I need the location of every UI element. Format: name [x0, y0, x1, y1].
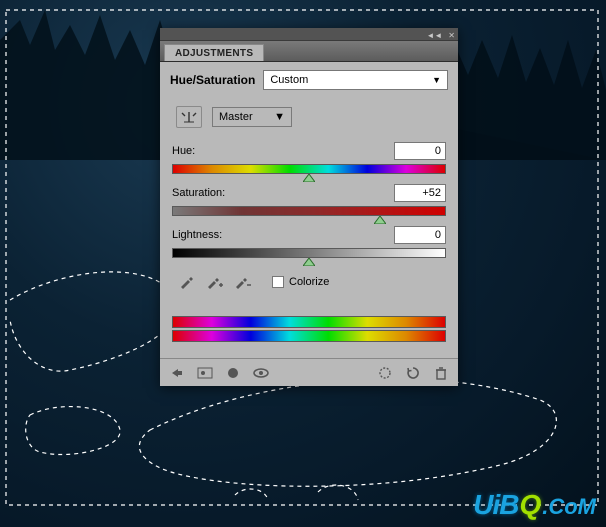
adjustment-title: Hue/Saturation: [170, 73, 255, 87]
adjust-thumb-icon[interactable]: [196, 364, 214, 382]
hue-track[interactable]: [172, 164, 446, 174]
hue-label: Hue:: [172, 145, 195, 157]
lightness-track[interactable]: [172, 248, 446, 258]
eyedropper-icon[interactable]: [176, 272, 196, 292]
eyedropper-subtract-icon[interactable]: [232, 272, 252, 292]
hue-slider: Hue: 0: [170, 142, 448, 174]
saturation-slider: Saturation: +52: [170, 184, 448, 216]
colorize-label: Colorize: [289, 276, 329, 288]
lightness-label: Lightness:: [172, 229, 222, 241]
checkbox-icon: [272, 276, 284, 288]
edit-scope-value: Master: [219, 111, 253, 123]
panel-tab-bar: ADJUSTMENTS: [160, 40, 458, 62]
range-strip-in[interactable]: [172, 316, 446, 328]
trash-icon[interactable]: [432, 364, 450, 382]
targeted-adjust-icon[interactable]: [176, 106, 202, 128]
saturation-input[interactable]: +52: [394, 184, 446, 202]
lightness-thumb[interactable]: [303, 258, 315, 266]
lightness-input[interactable]: 0: [394, 226, 446, 244]
preset-value: Custom: [270, 74, 308, 86]
clip-mask-icon[interactable]: [224, 364, 242, 382]
color-range-strips: [172, 316, 446, 342]
chevron-down-icon: ▼: [274, 111, 285, 123]
watermark: UiBQ.CoM: [473, 489, 596, 521]
collapse-icon[interactable]: ◄◄: [426, 32, 442, 40]
saturation-label: Saturation:: [172, 187, 225, 199]
close-icon[interactable]: ✕: [448, 32, 455, 40]
tab-adjustments[interactable]: ADJUSTMENTS: [164, 44, 264, 61]
edit-scope-dropdown[interactable]: Master ▼: [212, 107, 292, 127]
panel-footer: [160, 358, 458, 386]
reset-icon[interactable]: [404, 364, 422, 382]
preset-menu-icon[interactable]: [376, 364, 394, 382]
hue-input[interactable]: 0: [394, 142, 446, 160]
saturation-track[interactable]: [172, 206, 446, 216]
eye-icon[interactable]: [252, 364, 270, 382]
range-strip-out[interactable]: [172, 330, 446, 342]
saturation-thumb[interactable]: [374, 216, 386, 224]
lightness-slider: Lightness: 0: [170, 226, 448, 258]
preset-dropdown[interactable]: Custom ▼: [263, 70, 448, 90]
eyedropper-add-icon[interactable]: [204, 272, 224, 292]
back-icon[interactable]: [168, 364, 186, 382]
panel-window-controls: ◄◄ ✕: [160, 28, 458, 40]
hue-thumb[interactable]: [303, 174, 315, 182]
adjustments-panel: ◄◄ ✕ ADJUSTMENTS Hue/Saturation Custom ▼…: [160, 28, 458, 386]
colorize-checkbox[interactable]: Colorize: [272, 276, 329, 288]
chevron-down-icon: ▼: [432, 75, 441, 85]
